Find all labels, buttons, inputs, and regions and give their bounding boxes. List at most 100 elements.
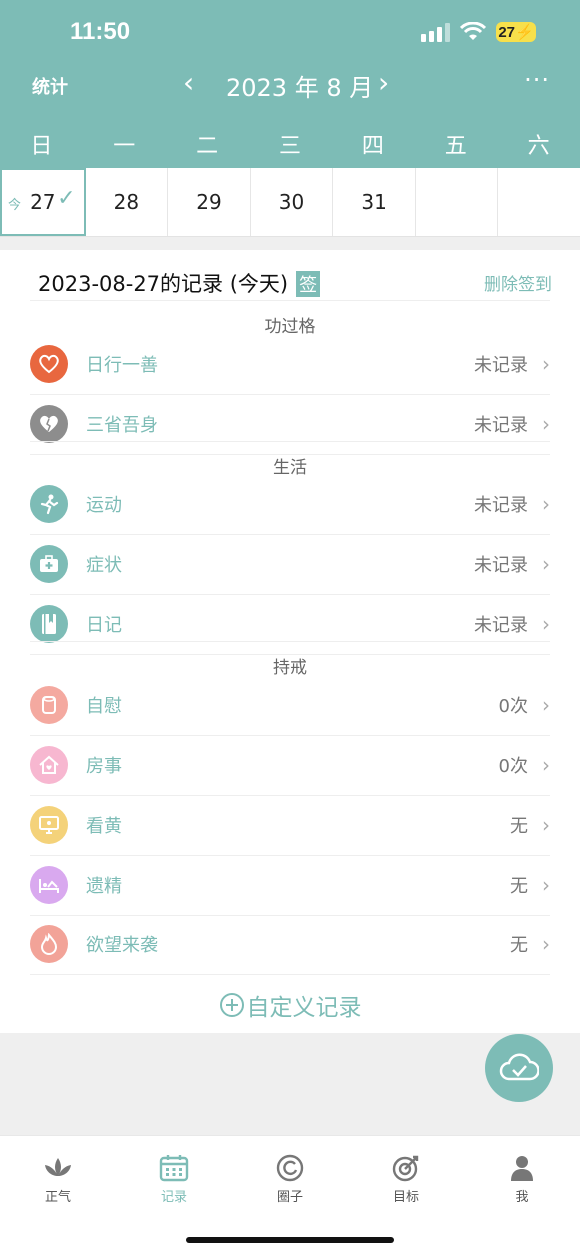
battery-icon: 27 ⚡ [496, 22, 536, 42]
day-number: 31 [361, 190, 387, 214]
weekday-row: 日 一 二 三 四 五 六 [0, 128, 580, 160]
weekday-label: 四 [361, 134, 384, 159]
circle-icon [276, 1154, 304, 1182]
item-value: 无 [510, 816, 528, 837]
stats-button[interactable]: 统计 [32, 73, 68, 99]
running-icon [30, 485, 68, 523]
chevron-right-icon: › [542, 813, 550, 837]
day-cell[interactable]: 31 [333, 168, 416, 236]
more-button[interactable]: ··· [524, 66, 550, 94]
item-value: 无 [510, 876, 528, 897]
today-mark: 今 [8, 198, 22, 213]
list-item-sanxingwushen[interactable]: 三省吾身 未记录 › [30, 394, 550, 455]
monitor-icon [30, 806, 68, 844]
list-item-zhengzhuang[interactable]: 症状 未记录 › [30, 534, 550, 595]
item-value: 未记录 [474, 615, 528, 636]
status-time: 11:50 [70, 18, 131, 45]
next-month-button[interactable]: › [378, 66, 389, 99]
month-title[interactable]: 2023 年 8 月 [226, 68, 373, 103]
item-label: 遗精 [86, 876, 122, 897]
item-label: 三省吾身 [86, 415, 158, 436]
sign-badge: 签 [296, 271, 321, 297]
list-item-kanhuang[interactable]: 看黄 无 › [30, 795, 550, 856]
day-cell[interactable] [416, 168, 499, 236]
chevron-right-icon: › [542, 873, 550, 897]
calendar-icon [159, 1155, 189, 1182]
weekday-label: 一 [113, 134, 136, 159]
item-value: 未记录 [474, 355, 528, 376]
flame-icon [30, 925, 68, 963]
tab-zhengqi[interactable]: 正气 [0, 1136, 116, 1256]
item-label: 运动 [86, 495, 122, 516]
medkit-icon [30, 545, 68, 583]
check-icon: ✓ [57, 186, 76, 211]
plus-circle-icon [219, 993, 244, 1017]
list-item-fangshi[interactable]: 房事 0次 › [30, 735, 550, 796]
list-item-yijing[interactable]: 遗精 无 › [30, 855, 550, 916]
tab-label: 圈子 [276, 1190, 303, 1205]
record-card: 2023-08-27的记录 (今天) 签 删除签到 功过格 日行一善 未记录 › … [0, 250, 580, 1033]
day-number: 27 [30, 190, 56, 214]
day-cell[interactable]: 30 [251, 168, 334, 236]
delete-signin-button[interactable]: 删除签到 [484, 270, 552, 295]
item-label: 房事 [86, 756, 122, 777]
prev-month-button[interactable]: ‹ [183, 66, 194, 99]
item-label: 症状 [86, 555, 122, 576]
battery-level: 27 [498, 23, 515, 41]
chevron-right-icon: › [542, 492, 550, 516]
item-value: 未记录 [474, 495, 528, 516]
cloud-check-icon [499, 1053, 539, 1081]
tab-label: 记录 [160, 1190, 187, 1205]
chevron-right-icon: › [542, 932, 550, 956]
custom-record-label: 自定义记录 [246, 995, 362, 1021]
chevron-right-icon: › [542, 412, 550, 436]
item-value: 0次 [498, 696, 528, 717]
chevron-right-icon: › [542, 753, 550, 777]
chevron-right-icon: › [542, 612, 550, 636]
item-value: 未记录 [474, 415, 528, 436]
item-label: 自慰 [86, 696, 122, 717]
tab-wo[interactable]: 我 [464, 1136, 580, 1256]
item-label: 欲望来袭 [86, 935, 158, 956]
wifi-icon [460, 22, 486, 40]
day-cell-today[interactable]: 今 27 ✓ [0, 168, 86, 236]
day-cell[interactable]: 29 [168, 168, 251, 236]
day-number: 29 [196, 190, 222, 214]
list-item-yuwang[interactable]: 欲望来袭 无 › [30, 914, 550, 975]
home-indicator[interactable] [186, 1237, 394, 1243]
header: 11:50 27 ⚡ 统计 ‹ 2023 年 8 月 › ··· 日 一 二 三 … [0, 0, 580, 168]
chevron-right-icon: › [542, 352, 550, 376]
notebook-icon [30, 605, 68, 643]
tab-label: 目标 [392, 1190, 419, 1205]
item-value: 未记录 [474, 555, 528, 576]
chevron-right-icon: › [542, 552, 550, 576]
weekday-label: 二 [196, 134, 219, 159]
chevron-right-icon: › [542, 693, 550, 717]
item-label: 日行一善 [86, 355, 158, 376]
day-number: 28 [113, 190, 140, 214]
list-item-rixingyishan[interactable]: 日行一善 未记录 › [30, 334, 550, 395]
weekday-label: 三 [279, 134, 302, 159]
item-value: 0次 [498, 756, 528, 777]
list-item-riji[interactable]: 日记 未记录 › [30, 594, 550, 655]
signal-icon [421, 22, 450, 42]
tab-label: 正气 [44, 1190, 71, 1205]
tissue-roll-icon [30, 686, 68, 724]
day-cell[interactable] [498, 168, 580, 236]
day-cell[interactable]: 28 [86, 168, 169, 236]
custom-record-button[interactable]: 自定义记录 [0, 988, 580, 1022]
weekday-label: 六 [527, 134, 550, 159]
record-title: 2023-08-27的记录 (今天) 签 [38, 268, 321, 298]
item-value: 无 [510, 935, 528, 956]
week-days-row: 今 27 ✓ 28 29 30 31 [0, 168, 580, 237]
weekday-label: 日 [30, 134, 53, 159]
bed-icon [30, 866, 68, 904]
day-number: 30 [278, 190, 305, 214]
person-icon [511, 1156, 533, 1181]
list-item-ziwei[interactable]: 自慰 0次 › [30, 675, 550, 736]
tab-label: 我 [515, 1190, 529, 1205]
cloud-sync-button[interactable] [485, 1034, 553, 1102]
list-item-yundong[interactable]: 运动 未记录 › [30, 474, 550, 535]
weekday-label: 五 [444, 134, 467, 159]
target-icon [392, 1155, 419, 1182]
